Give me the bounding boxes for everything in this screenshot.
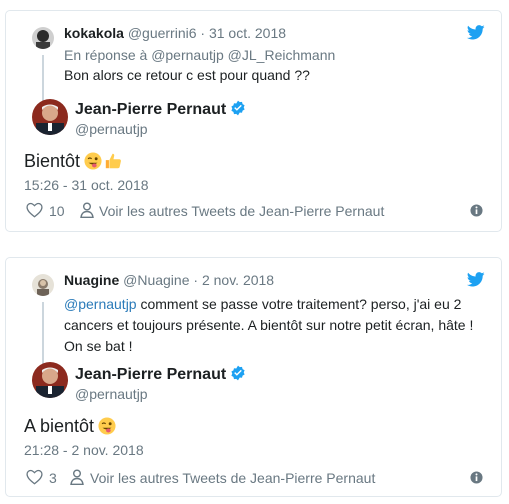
avatar[interactable] (32, 27, 54, 49)
parent-tweet-header: Nuagine @Nuagine · 2 nov. 2018 (64, 272, 275, 288)
tweet-timestamp[interactable]: 21:28 - 2 nov. 2018 (24, 442, 144, 458)
avatar[interactable] (32, 362, 68, 398)
parent-author-handle[interactable]: @Nuagine (123, 272, 189, 288)
wink-tongue-emoji (84, 152, 102, 170)
avatar[interactable] (32, 274, 54, 296)
reply-context: En réponse à @pernautjp @JL_Reichmann (64, 47, 335, 63)
reply-prefix: En réponse à (64, 47, 148, 63)
verified-badge-icon (231, 365, 245, 381)
author-handle[interactable]: @pernautjp (75, 121, 148, 137)
thread-line (42, 55, 44, 103)
tweet-mention[interactable]: @pernautjp (64, 296, 137, 312)
info-icon[interactable] (470, 471, 483, 484)
verified-badge-icon (231, 100, 245, 116)
tweet-text: Bientôt (24, 151, 122, 172)
parent-author-name[interactable]: kokakola (64, 25, 124, 41)
more-tweets-link[interactable]: Voir les autres Tweets de Jean-Pierre Pe… (90, 470, 375, 486)
author-name[interactable]: Jean-Pierre Pernaut (75, 100, 246, 119)
like-count[interactable]: 3 (49, 470, 57, 486)
parent-tweet-header: kokakola @guerrini6 · 31 oct. 2018 (64, 25, 287, 41)
tweet-timestamp[interactable]: 15:26 - 31 oct. 2018 (24, 177, 149, 193)
embedded-tweet-card: kokakola @guerrini6 · 31 oct. 2018 En ré… (5, 10, 502, 232)
twitter-bird-icon[interactable] (467, 25, 485, 40)
info-icon[interactable] (470, 204, 483, 217)
author-handle[interactable]: @pernautjp (75, 386, 148, 402)
person-icon (80, 202, 94, 218)
twitter-bird-icon[interactable] (467, 272, 485, 287)
wink-tongue-emoji (98, 417, 116, 435)
author-name[interactable]: Jean-Pierre Pernaut (75, 365, 246, 384)
tweet-actions: 10 Voir les autres Tweets de Jean-Pierre… (24, 201, 487, 221)
more-tweets-link[interactable]: Voir les autres Tweets de Jean-Pierre Pe… (99, 203, 384, 219)
parent-tweet-text: @pernautjp comment se passe votre traite… (64, 296, 474, 354)
tweet-actions: 3 Voir les autres Tweets de Jean-Pierre … (24, 468, 487, 488)
thread-line (42, 302, 44, 366)
embedded-tweet-card: Nuagine @Nuagine · 2 nov. 2018 @pernautj… (5, 257, 502, 497)
parent-author-handle[interactable]: @guerrini6 (128, 25, 197, 41)
person-icon (70, 469, 84, 485)
like-count[interactable]: 10 (49, 203, 65, 219)
heart-icon[interactable] (26, 202, 43, 218)
tweet-text: A bientôt (24, 416, 116, 437)
heart-icon[interactable] (26, 469, 43, 485)
reply-mentions[interactable]: @pernautjp @JL_Reichmann (151, 47, 335, 63)
thumbs-up-emoji (105, 153, 121, 169)
parent-author-name[interactable]: Nuagine (64, 272, 119, 288)
parent-tweet-date[interactable]: 31 oct. 2018 (209, 25, 286, 41)
parent-tweet-text: Bon alors ce retour c est pour quand ?? (64, 67, 310, 83)
avatar[interactable] (32, 99, 68, 135)
parent-tweet-date[interactable]: 2 nov. 2018 (202, 272, 274, 288)
